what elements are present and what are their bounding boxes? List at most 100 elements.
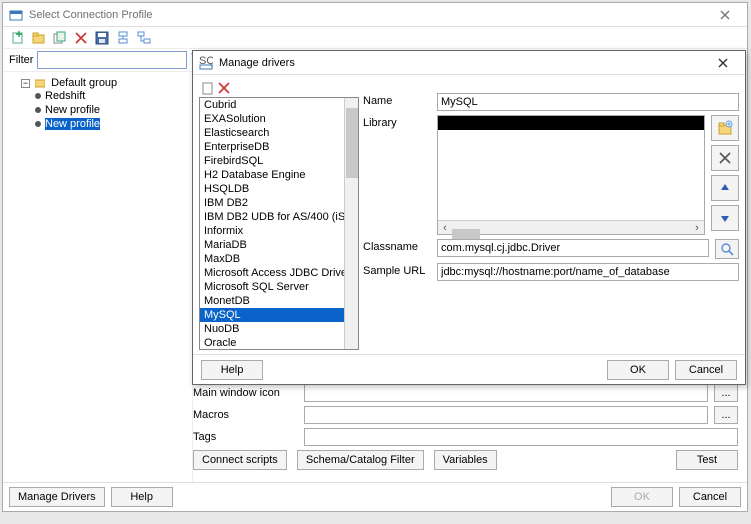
- tree-item-label: Redshift: [45, 90, 85, 102]
- new-group-icon[interactable]: [30, 29, 48, 47]
- driver-list-item[interactable]: HSQLDB: [200, 182, 344, 196]
- schema-filter-button[interactable]: Schema/Catalog Filter: [297, 450, 424, 470]
- classname-field[interactable]: [437, 239, 709, 257]
- copy-profile-icon[interactable]: [51, 29, 69, 47]
- move-up-button[interactable]: [711, 175, 739, 201]
- name-label: Name: [363, 93, 431, 107]
- scroll-left-icon[interactable]: ‹: [438, 221, 452, 235]
- driver-list-item[interactable]: Cubrid: [200, 98, 344, 112]
- modal-help-button[interactable]: Help: [201, 360, 263, 380]
- library-hscrollbar[interactable]: ‹ ›: [438, 220, 704, 234]
- new-profile-icon[interactable]: [9, 29, 27, 47]
- macros-label: Macros: [193, 409, 298, 421]
- manage-drivers-dialog: SQL Manage drivers CubridEXASolutionElas…: [192, 50, 746, 385]
- connect-scripts-button[interactable]: Connect scripts: [193, 450, 287, 470]
- modal-body: CubridEXASolutionElasticsearchEnterprise…: [193, 75, 745, 354]
- ok-button[interactable]: OK: [611, 487, 673, 507]
- tree-expand-icon[interactable]: [114, 29, 132, 47]
- profile-form-lower: Main window icon ... Macros ... Tags Con…: [193, 384, 738, 470]
- cancel-button[interactable]: Cancel: [679, 487, 741, 507]
- titlebar: Select Connection Profile: [3, 3, 747, 27]
- modal-cancel-button[interactable]: Cancel: [675, 360, 737, 380]
- tree-group-label: Default group: [51, 77, 117, 89]
- driver-list-item[interactable]: EnterpriseDB: [200, 140, 344, 154]
- driver-list-item[interactable]: FirebirdSQL: [200, 154, 344, 168]
- save-icon[interactable]: [93, 29, 111, 47]
- new-driver-icon[interactable]: [201, 81, 215, 95]
- driver-list[interactable]: CubridEXASolutionElasticsearchEnterprise…: [200, 98, 344, 349]
- modal-ok-button[interactable]: OK: [607, 360, 669, 380]
- tags-field[interactable]: [304, 428, 738, 446]
- window-title: Select Connection Profile: [29, 9, 153, 21]
- tree-item[interactable]: Redshift: [33, 89, 186, 103]
- sampleurl-label: Sample URL: [363, 263, 431, 277]
- library-list[interactable]: ‹ ›: [437, 115, 705, 235]
- library-selected-item[interactable]: [438, 116, 704, 130]
- main-window-icon-label: Main window icon: [193, 387, 298, 399]
- main-window-icon-browse-button[interactable]: ...: [714, 384, 738, 402]
- delete-driver-icon[interactable]: [218, 82, 230, 94]
- bullet-icon: [35, 121, 41, 127]
- test-button[interactable]: Test: [676, 450, 738, 470]
- collapse-icon[interactable]: −: [21, 79, 30, 88]
- driver-list-item[interactable]: MySQL: [200, 308, 344, 322]
- tree-collapse-icon[interactable]: [135, 29, 153, 47]
- driver-scrollbar[interactable]: [344, 98, 358, 349]
- driver-list-item[interactable]: IBM DB2 UDB for AS/400 (iSeries): [200, 210, 344, 224]
- bullet-icon: [35, 93, 41, 99]
- name-field[interactable]: [437, 93, 739, 111]
- move-down-button[interactable]: [711, 205, 739, 231]
- app-icon: [9, 8, 23, 22]
- driver-list-item[interactable]: Elasticsearch: [200, 126, 344, 140]
- filter-input[interactable]: [37, 51, 187, 69]
- folder-icon: [35, 78, 45, 88]
- driver-list-item[interactable]: EXASolution: [200, 112, 344, 126]
- tree-item[interactable]: New profile: [33, 117, 186, 131]
- add-library-button[interactable]: [711, 115, 739, 141]
- delete-icon[interactable]: [72, 29, 90, 47]
- driver-list-item[interactable]: NuoDB: [200, 322, 344, 336]
- manage-drivers-button[interactable]: Manage Drivers: [9, 487, 105, 507]
- sql-icon: SQL: [199, 56, 213, 70]
- modal-close-button[interactable]: [707, 53, 739, 73]
- driver-panel: CubridEXASolutionElasticsearchEnterprise…: [199, 79, 359, 350]
- profile-tree[interactable]: − Default group Redshift New profile New…: [3, 72, 193, 482]
- bullet-icon: [35, 107, 41, 113]
- driver-list-item[interactable]: Microsoft Access JDBC Driver: [200, 266, 344, 280]
- driver-detail: Name Library ‹ ›: [363, 79, 739, 350]
- driver-list-item[interactable]: H2 Database Engine: [200, 168, 344, 182]
- driver-list-wrap: CubridEXASolutionElasticsearchEnterprise…: [199, 97, 359, 350]
- close-button[interactable]: [709, 5, 741, 25]
- tree-item-label: New profile: [45, 118, 100, 130]
- main-window-icon-field[interactable]: [304, 384, 708, 402]
- driver-list-item[interactable]: Oracle: [200, 336, 344, 349]
- driver-list-item[interactable]: Informix: [200, 224, 344, 238]
- library-buttons: [711, 115, 739, 235]
- macros-browse-button[interactable]: ...: [714, 406, 738, 424]
- scrollbar-thumb[interactable]: [346, 108, 358, 178]
- detect-class-button[interactable]: [715, 239, 739, 259]
- remove-library-button[interactable]: [711, 145, 739, 171]
- footer: Manage Drivers Help OK Cancel: [3, 482, 747, 510]
- library-label: Library: [363, 115, 431, 235]
- tags-label: Tags: [193, 431, 298, 443]
- tree-group[interactable]: − Default group Redshift New profile New…: [19, 76, 188, 132]
- tree-item[interactable]: New profile: [33, 103, 186, 117]
- driver-list-item[interactable]: MaxDB: [200, 252, 344, 266]
- driver-list-item[interactable]: Microsoft SQL Server: [200, 280, 344, 294]
- toolbar: [3, 27, 747, 49]
- modal-footer: Help OK Cancel: [193, 354, 745, 384]
- modal-titlebar: SQL Manage drivers: [193, 51, 745, 75]
- macros-field[interactable]: [304, 406, 708, 424]
- driver-list-item[interactable]: MonetDB: [200, 294, 344, 308]
- driver-list-item[interactable]: IBM DB2: [200, 196, 344, 210]
- driver-list-item[interactable]: MariaDB: [200, 238, 344, 252]
- scroll-right-icon[interactable]: ›: [690, 221, 704, 235]
- tree-item-label: New profile: [45, 104, 100, 116]
- help-button[interactable]: Help: [111, 487, 173, 507]
- sampleurl-field[interactable]: [437, 263, 739, 281]
- modal-title: Manage drivers: [219, 57, 295, 69]
- hscroll-thumb[interactable]: [452, 229, 480, 239]
- classname-label: Classname: [363, 239, 431, 253]
- variables-button[interactable]: Variables: [434, 450, 497, 470]
